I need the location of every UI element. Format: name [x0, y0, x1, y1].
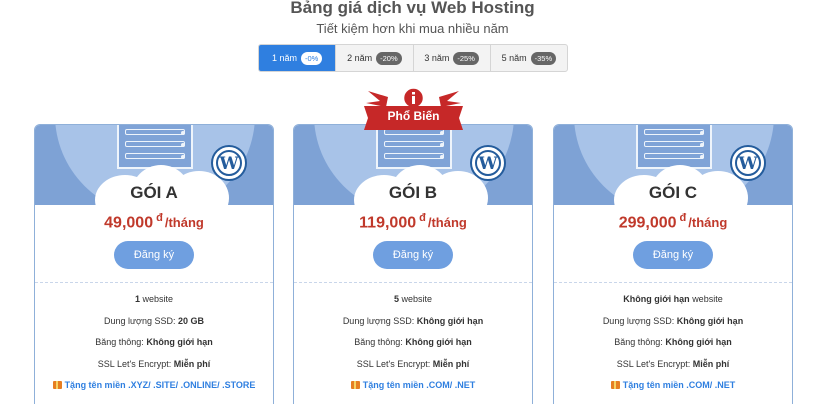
discount-badge: -35% — [530, 51, 557, 65]
feature-ssl: SSL Let's Encrypt: Miễn phí — [616, 358, 730, 369]
discount-badge: -25% — [453, 51, 479, 65]
server-icon — [117, 125, 193, 169]
feature-list: 5 website Dung lượng SSD: Không giới hạn… — [294, 283, 532, 397]
feature-gift-domain: Tặng tên miền .XYZ/ .SITE/ .ONLINE/ .STO… — [35, 375, 273, 397]
feature-list: Không giới hạn website Dung lượng SSD: K… — [554, 283, 792, 397]
popular-ribbon: Phổ Biến — [360, 87, 467, 131]
price-value: 49,000 — [104, 214, 154, 232]
wordpress-icon: W — [211, 145, 247, 181]
plan-name: GÓI C — [648, 183, 698, 202]
page-title: Bảng giá dịch vụ Web Hosting — [290, 0, 535, 17]
pricing-page: Bảng giá dịch vụ Web Hosting Tiết kiệm h… — [0, 0, 825, 404]
tab-label: 1 năm — [271, 53, 297, 63]
tab-2-years[interactable]: 2 năm -20% — [336, 45, 414, 71]
ribbon-label: Phổ Biến — [387, 109, 440, 123]
plan-name: GÓI B — [388, 183, 438, 202]
feature-list: 1 website Dung lượng SSD: 20 GB Băng thô… — [35, 283, 273, 397]
billing-period-tabs: 1 năm -0% 2 năm -20% 3 năm -25% 5 năm -3… — [258, 44, 568, 72]
price-period: /tháng — [427, 215, 467, 231]
price-value: 119,000 — [359, 214, 417, 232]
gift-icon — [52, 381, 62, 390]
plan-header: W GÓI A — [35, 125, 273, 205]
svg-text:W: W — [218, 154, 239, 174]
wordpress-icon: W — [730, 145, 766, 181]
price-period: /tháng — [164, 215, 204, 231]
plan-price: 49,000 đ/tháng — [35, 212, 273, 232]
plan-header: W GÓI B — [294, 125, 532, 205]
plan-card-a: W GÓI A 49,000 đ/tháng Đăng ký 1 website … — [34, 124, 274, 404]
server-icon — [636, 125, 712, 169]
tab-label: 5 năm — [501, 53, 527, 63]
feature-gift-domain: Tặng tên miền .COM/ .NET — [294, 375, 532, 397]
feature-bandwidth: Băng thông: Không giới hạn — [354, 337, 472, 348]
feature-websites: Không giới hạn website — [623, 294, 723, 305]
feature-ssd: Dung lượng SSD: 20 GB — [104, 315, 204, 326]
feature-bandwidth: Băng thông: Không giới hạn — [614, 337, 732, 348]
gift-icon — [610, 381, 620, 390]
feature-websites: 1 website — [134, 294, 174, 305]
feature-ssl: SSL Let's Encrypt: Miễn phí — [356, 358, 470, 369]
plan-price: 299,000 đ/tháng — [554, 212, 792, 232]
currency-symbol: đ — [156, 212, 163, 224]
discount-badge: -20% — [376, 51, 402, 65]
price-period: /tháng — [688, 215, 728, 231]
feature-gift-domain: Tặng tên miền .COM/ .NET — [554, 375, 792, 397]
feature-bandwidth: Băng thông: Không giới hạn — [95, 337, 213, 348]
feature-ssd: Dung lượng SSD: Không giới hạn — [602, 315, 744, 326]
gift-icon — [350, 381, 360, 390]
svg-text:W: W — [737, 154, 758, 174]
feature-websites: 5 website — [393, 294, 433, 305]
register-button[interactable]: Đăng ký — [114, 241, 194, 270]
feature-ssd: Dung lượng SSD: Không giới hạn — [342, 315, 484, 326]
plan-card-c: W GÓI C 299,000 đ/tháng Đăng ký Không giớ… — [553, 124, 793, 404]
wordpress-icon: W — [470, 145, 506, 181]
plan-header: W GÓI C — [554, 125, 792, 205]
plan-name: GÓI A — [130, 183, 178, 202]
price-value: 299,000 — [618, 214, 677, 232]
discount-badge: -0% — [300, 51, 323, 65]
svg-text:W: W — [477, 154, 498, 174]
tab-label: 2 năm — [347, 53, 373, 63]
register-button[interactable]: Đăng ký — [373, 241, 453, 270]
currency-symbol: đ — [419, 212, 426, 224]
tab-3-years[interactable]: 3 năm -25% — [414, 45, 491, 71]
page-subtitle: Tiết kiệm hơn khi mua nhiều năm — [316, 21, 509, 36]
tab-1-year[interactable]: 1 năm -0% — [259, 45, 337, 71]
currency-symbol: đ — [679, 212, 687, 224]
plan-price: 119,000 đ/tháng — [294, 212, 532, 232]
server-icon — [376, 125, 452, 169]
feature-ssl: SSL Let's Encrypt: Miễn phí — [97, 358, 211, 369]
plan-card-b: W GÓI B 119,000 đ/tháng Đăng ký 5 website… — [293, 124, 533, 404]
tab-5-years[interactable]: 5 năm -35% — [491, 45, 567, 71]
tab-label: 3 năm — [424, 53, 450, 63]
register-button[interactable]: Đăng ký — [633, 241, 713, 270]
